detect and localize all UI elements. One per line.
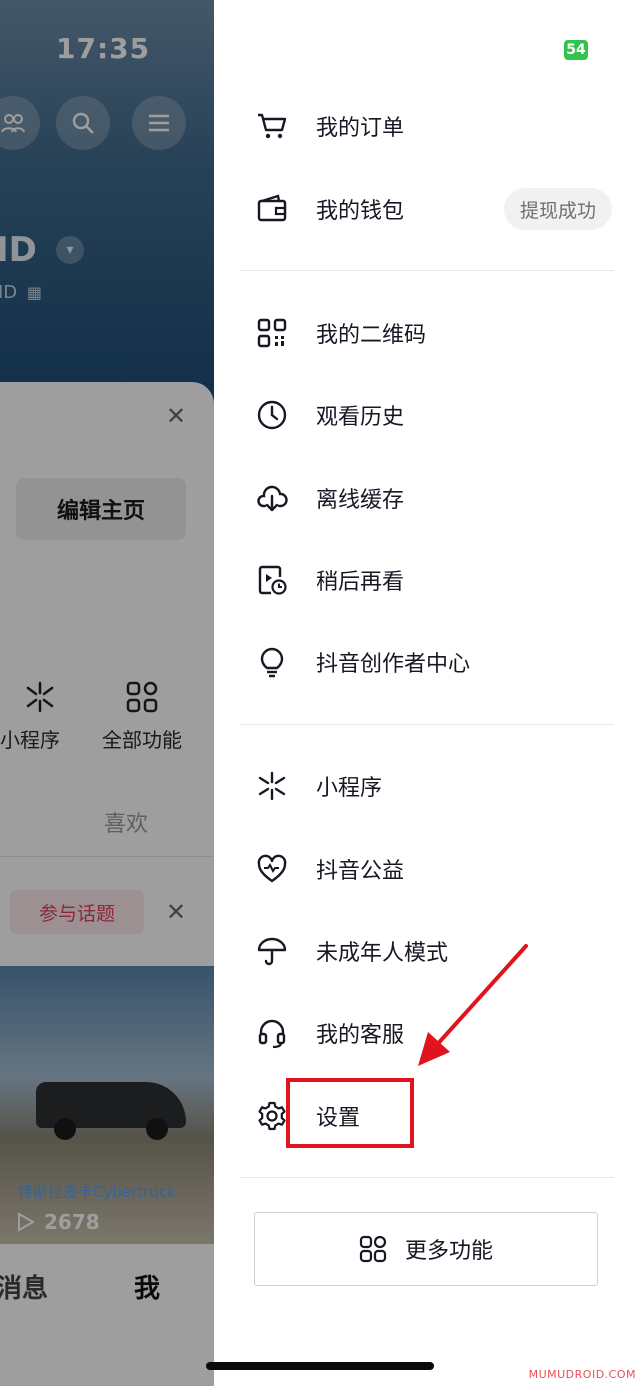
side-drawer: 54 我的订单 我的钱包 提现成功 我的二维码 观看历史 离线缓存 稍后再看 抖… <box>206 0 640 1386</box>
drawer-item-label: 抖音公益 <box>316 859 405 884</box>
drawer-item-creator-center[interactable]: 抖音创作者中心 <box>254 632 634 692</box>
drawer-item-orders[interactable]: 我的订单 <box>254 96 634 156</box>
lightbulb-icon <box>254 644 290 680</box>
battery-indicator: 54 <box>564 40 588 60</box>
drawer-item-label: 离线缓存 <box>316 488 405 513</box>
watermark-text: MUMUDROID.COM <box>528 1368 636 1381</box>
cloud-download-icon <box>254 480 290 516</box>
cart-icon <box>254 108 290 144</box>
gear-icon <box>254 1098 290 1134</box>
drawer-item-mini-program[interactable]: 小程序 <box>254 756 634 816</box>
more-features-button[interactable]: 更多功能 <box>254 1212 598 1286</box>
background-profile-page: 17:35 ID ▾ ID ▦ ✕ 编辑主页 小程序 全部功能 喜欢 参与话题 … <box>0 0 214 1386</box>
drawer-item-label: 抖音创作者中心 <box>316 652 471 677</box>
drawer-item-label: 我的钱包 <box>316 199 405 224</box>
drawer-item-qr-code[interactable]: 我的二维码 <box>254 303 634 363</box>
drawer-item-watch-later[interactable]: 稍后再看 <box>254 550 634 610</box>
drawer-item-label: 观看历史 <box>316 405 405 430</box>
wallet-icon <box>254 191 290 227</box>
drawer-item-offline-cache[interactable]: 离线缓存 <box>254 468 634 528</box>
drawer-item-label: 我的订单 <box>316 116 405 141</box>
drawer-item-label: 小程序 <box>316 776 383 801</box>
drawer-item-label: 我的客服 <box>316 1023 405 1048</box>
annotation-highlight-box <box>286 1078 414 1148</box>
headset-icon <box>254 1015 290 1051</box>
clock-icon <box>254 397 290 433</box>
drawer-item-charity[interactable]: 抖音公益 <box>254 839 634 899</box>
qr-code-icon <box>254 315 290 351</box>
watch-later-icon <box>254 562 290 598</box>
umbrella-icon <box>254 933 290 969</box>
drawer-item-label: 稍后再看 <box>316 570 405 595</box>
grid-icon <box>359 1235 387 1263</box>
divider <box>240 1177 614 1178</box>
drawer-item-history[interactable]: 观看历史 <box>254 385 634 445</box>
dim-overlay[interactable] <box>0 0 214 1386</box>
drawer-item-label: 我的二维码 <box>316 323 427 348</box>
mini-program-icon <box>254 768 290 804</box>
wallet-status-badge: 提现成功 <box>504 188 612 230</box>
annotation-arrow-icon <box>418 944 528 1066</box>
more-features-label: 更多功能 <box>404 1239 493 1264</box>
divider <box>240 270 614 271</box>
heart-charity-icon <box>254 851 290 887</box>
divider <box>240 724 614 725</box>
home-indicator <box>206 1362 434 1370</box>
